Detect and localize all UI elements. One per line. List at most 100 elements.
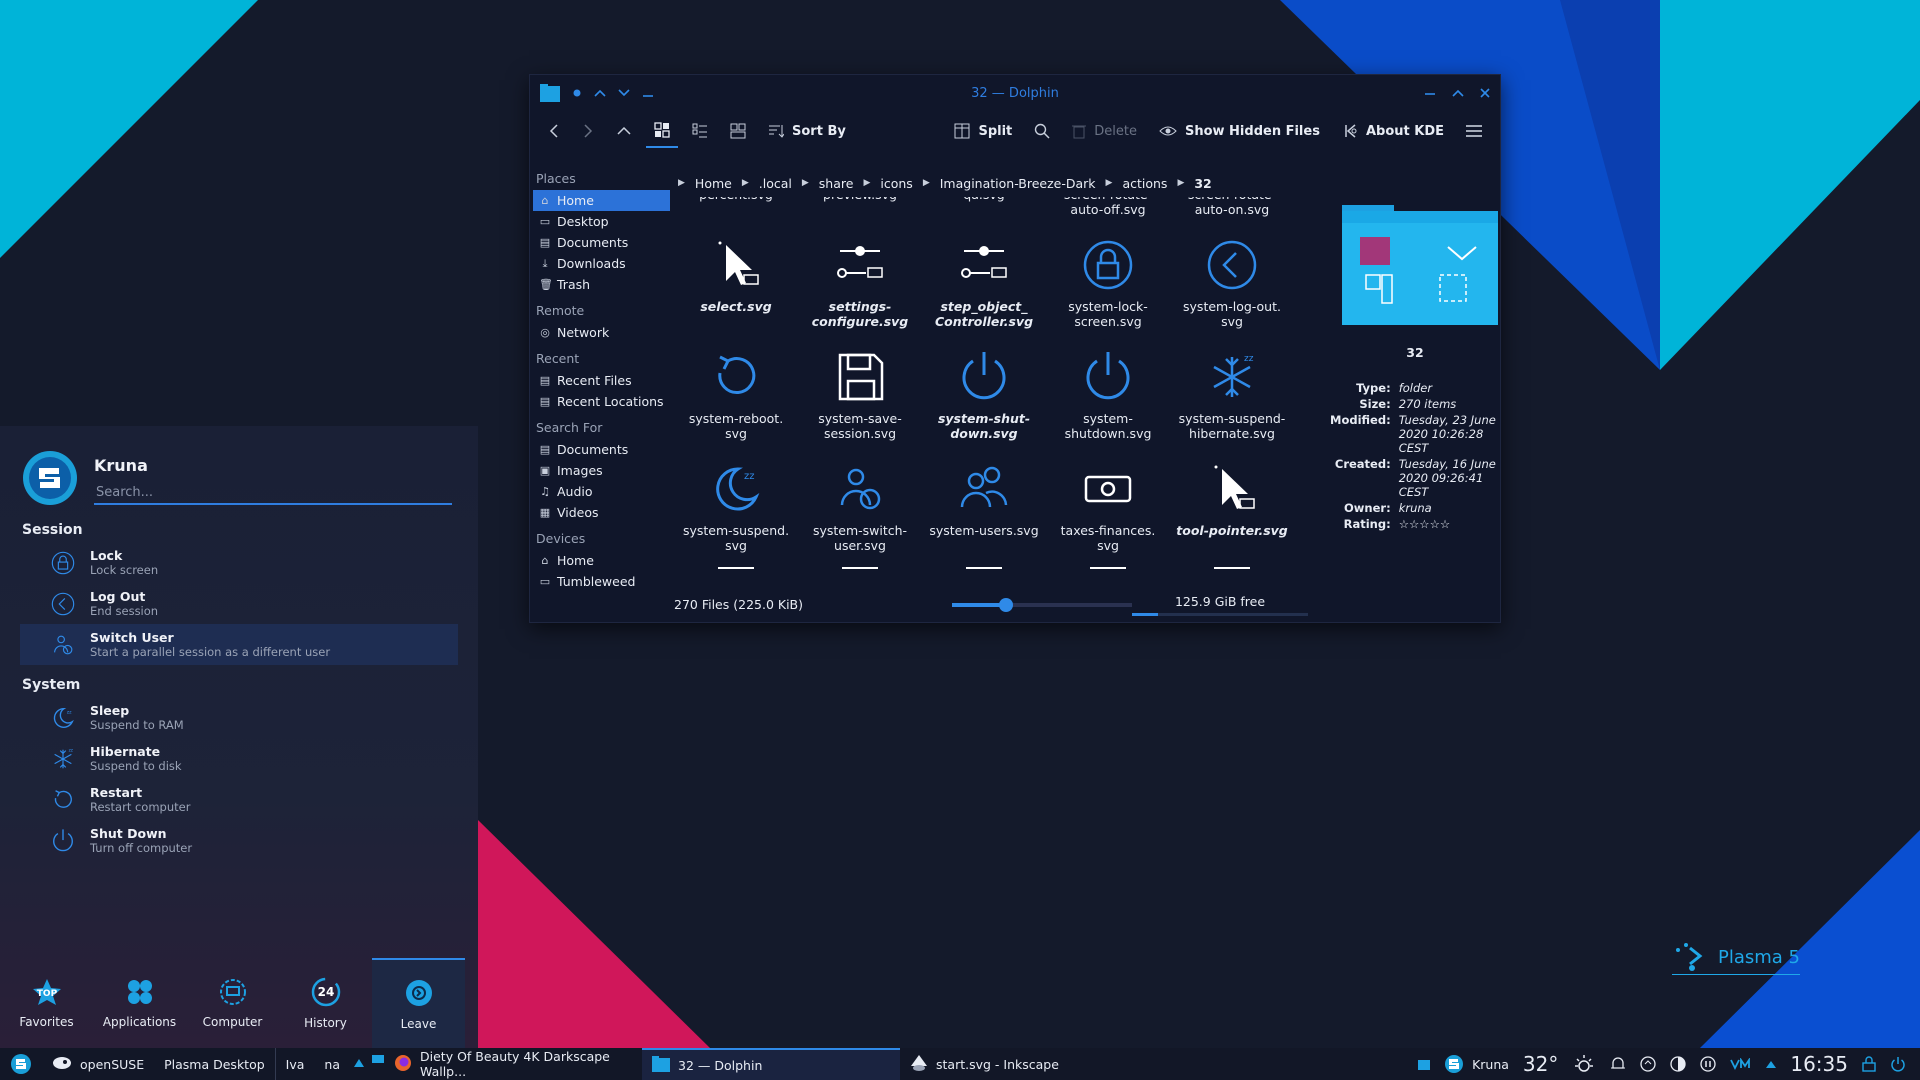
up-button[interactable]: [608, 114, 640, 148]
tray-user[interactable]: Kruna: [1444, 1054, 1509, 1074]
titlebar[interactable]: 32 — Dolphin: [530, 75, 1500, 111]
taskbar-item[interactable]: start.svg - Inkscape: [900, 1048, 1069, 1080]
file-item[interactable]: taxes-finances. svg: [1046, 461, 1170, 553]
places-item[interactable]: ▭ Desktop: [533, 211, 670, 232]
breadcrumb-item[interactable]: 32: [1194, 176, 1211, 191]
tray-expand-icon[interactable]: [1766, 1060, 1777, 1068]
places-item[interactable]: ⌂ Home: [533, 550, 670, 571]
launcher-tab-computer[interactable]: Computer: [186, 958, 279, 1048]
places-item[interactable]: ♫ Audio: [533, 481, 670, 502]
breadcrumb-item[interactable]: share: [819, 176, 854, 191]
updates-icon[interactable]: [1640, 1056, 1657, 1072]
split-button[interactable]: Split: [946, 114, 1020, 148]
close-icon[interactable]: [1480, 88, 1490, 98]
breadcrumb-item[interactable]: actions: [1122, 176, 1167, 191]
places-item[interactable]: ▤ Documents: [533, 439, 670, 460]
places-item[interactable]: ◎ Network: [533, 322, 670, 343]
taskbar-item[interactable]: Diety Of Beauty 4K Darkscape Wallp...: [384, 1048, 642, 1080]
taskbar-item[interactable]: Plasma Desktop: [154, 1048, 275, 1080]
taskbar-item[interactable]: 32 — Dolphin: [642, 1048, 901, 1080]
file-item-partial[interactable]: [674, 565, 798, 569]
keep-above-icon[interactable]: [594, 88, 606, 98]
night-color-icon[interactable]: [1670, 1056, 1687, 1072]
tray-device-icon[interactable]: [1418, 1058, 1431, 1070]
file-item-label-partial[interactable]: percent.svg: [674, 197, 798, 202]
file-item-partial[interactable]: [798, 565, 922, 569]
places-item[interactable]: ▣ Images: [533, 460, 670, 481]
search-button[interactable]: [1026, 114, 1058, 148]
launcher-item-log-out[interactable]: Log Out End session: [20, 583, 458, 624]
minimize-icon[interactable]: [1424, 88, 1436, 98]
weather-sun-icon[interactable]: [1572, 1052, 1596, 1076]
file-item[interactable]: system-shut- down.svg: [922, 349, 1046, 441]
launcher-search-input[interactable]: Search...: [94, 481, 452, 505]
file-item[interactable]: settings- configure.svg: [798, 237, 922, 329]
zoom-slider-handle[interactable]: [999, 598, 1013, 612]
places-item[interactable]: ⤓ Downloads: [533, 253, 670, 274]
breadcrumb-item[interactable]: icons: [880, 176, 912, 191]
keep-below-icon[interactable]: [618, 88, 630, 98]
taskbar-item[interactable]: Iva: [274, 1048, 315, 1080]
application-launcher[interactable]: Kruna Search... Session Lock Lock screen L…: [0, 426, 478, 1048]
show-hidden-files-button[interactable]: Show Hidden Files: [1151, 114, 1328, 148]
breadcrumb-arrow-icon[interactable]: ▶: [1177, 178, 1184, 188]
taskbar-item[interactable]: openSUSE: [42, 1048, 154, 1080]
icons-view-button[interactable]: [646, 114, 678, 148]
file-item[interactable]: select.svg: [674, 237, 798, 314]
file-item-label-partial[interactable]: screen-rotate- auto-on.svg: [1170, 197, 1294, 217]
file-item[interactable]: tool-pointer.svg: [1170, 461, 1294, 538]
file-item[interactable]: system-switch- user.svg: [798, 461, 922, 553]
places-item[interactable]: ▦ Videos: [533, 502, 670, 523]
launcher-tab-history[interactable]: 24 History: [279, 958, 372, 1048]
clock[interactable]: 16:35: [1790, 1052, 1848, 1076]
file-item[interactable]: zz system-suspend- hibernate.svg: [1170, 349, 1294, 441]
launcher-button[interactable]: [0, 1048, 42, 1080]
places-item[interactable]: ▤ Recent Files: [533, 370, 670, 391]
file-item[interactable]: system-lock- screen.svg: [1046, 237, 1170, 329]
file-item-label-partial[interactable]: qa.svg: [922, 197, 1046, 202]
forward-button[interactable]: [574, 114, 602, 148]
breadcrumb-arrow-icon[interactable]: ▶: [742, 178, 749, 188]
file-item-partial[interactable]: [1170, 565, 1294, 569]
breadcrumb-item[interactable]: .local: [759, 176, 792, 191]
launcher-item-sleep[interactable]: zz Sleep Suspend to RAM: [20, 697, 458, 738]
dolphin-window[interactable]: 32 — Dolphin Sort By Split Delete Show H…: [529, 74, 1501, 623]
pager-icon[interactable]: [350, 1053, 385, 1076]
info-value[interactable]: ☆☆☆☆☆: [1399, 516, 1499, 532]
breadcrumb[interactable]: ▶ Home ▶ .local ▶ share ▶ icons ▶ Imagination-Bre…: [674, 171, 1212, 195]
weather-temp[interactable]: 32°: [1523, 1052, 1558, 1076]
file-grid[interactable]: percent.svgpreview.svgqa.svgscreen-rotat…: [674, 197, 1298, 569]
places-item[interactable]: ⌂ Home: [533, 190, 670, 211]
file-item[interactable]: step_object_ Controller.svg: [922, 237, 1046, 329]
file-item-partial[interactable]: [922, 565, 1046, 569]
file-item-label-partial[interactable]: preview.svg: [798, 197, 922, 202]
file-item-label-partial[interactable]: screen-rotate- auto-off.svg: [1046, 197, 1170, 217]
pin-dot-icon[interactable]: [572, 88, 582, 98]
media-player-icon[interactable]: [1700, 1056, 1717, 1072]
launcher-tab-applications[interactable]: Applications: [93, 958, 186, 1048]
launcher-tab-favorites[interactable]: TOP Favorites: [0, 958, 93, 1048]
file-item[interactable]: zz system-suspend. svg: [674, 461, 798, 553]
breadcrumb-arrow-icon[interactable]: ▶: [923, 178, 930, 188]
file-item[interactable]: system- shutdown.svg: [1046, 349, 1170, 441]
about-kde-button[interactable]: About KDE: [1334, 114, 1452, 148]
file-item[interactable]: system-log-out. svg: [1170, 237, 1294, 329]
launcher-tab-leave[interactable]: Leave: [372, 958, 465, 1048]
launcher-item-shut-down[interactable]: Shut Down Turn off computer: [20, 820, 458, 861]
lock-screen-icon[interactable]: [1862, 1056, 1876, 1072]
breadcrumb-item[interactable]: Imagination-Breeze-Dark: [940, 176, 1096, 191]
breadcrumb-arrow-icon[interactable]: ▶: [678, 178, 685, 188]
file-item-partial[interactable]: [1046, 565, 1170, 569]
launcher-item-restart[interactable]: Restart Restart computer: [20, 779, 458, 820]
file-item[interactable]: system-reboot. svg: [674, 349, 798, 441]
places-item[interactable]: ▤ Recent Locations: [533, 391, 670, 412]
breadcrumb-item[interactable]: Home: [695, 176, 732, 191]
places-item[interactable]: 🗑 Trash: [533, 274, 670, 295]
launcher-item-lock[interactable]: Lock Lock screen: [20, 542, 458, 583]
launcher-item-hibernate[interactable]: zz Hibernate Suspend to disk: [20, 738, 458, 779]
places-item[interactable]: ▤ Documents: [533, 232, 670, 253]
taskbar-item[interactable]: na: [314, 1048, 350, 1080]
sort-by-button[interactable]: Sort By: [760, 114, 854, 148]
launcher-item-switch-user[interactable]: Switch User Start a parallel session as a…: [20, 624, 458, 665]
compact-view-button[interactable]: [722, 114, 754, 148]
